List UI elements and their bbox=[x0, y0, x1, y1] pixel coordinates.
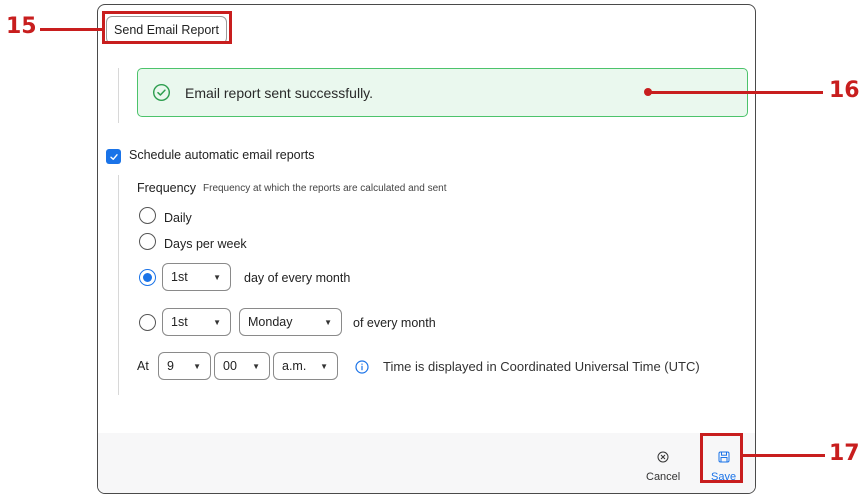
radio-daily-label: Daily bbox=[164, 211, 192, 225]
caret-down-icon: ▼ bbox=[324, 318, 332, 327]
annotation-line-15 bbox=[40, 28, 102, 31]
hour-value: 9 bbox=[167, 359, 174, 373]
caret-down-icon: ▼ bbox=[320, 362, 328, 371]
weekday-value: Monday bbox=[248, 315, 293, 329]
monthly-weekday-suffix: of every month bbox=[353, 316, 436, 330]
hour-select[interactable]: 9 ▼ bbox=[158, 352, 211, 380]
radio-monthly-day[interactable] bbox=[139, 269, 156, 286]
radio-days-per-week-label: Days per week bbox=[164, 237, 247, 251]
caret-down-icon: ▼ bbox=[213, 318, 221, 327]
caret-down-icon: ▼ bbox=[213, 273, 221, 282]
annotation-label-17: 17 bbox=[829, 441, 860, 466]
check-circle-icon bbox=[152, 83, 171, 102]
weekday-ordinal-select[interactable]: 1st ▼ bbox=[162, 308, 231, 336]
radio-days-per-week[interactable] bbox=[139, 233, 156, 250]
annotation-line-17 bbox=[743, 454, 825, 457]
schedule-divider bbox=[118, 175, 119, 395]
weekday-ordinal-value: 1st bbox=[171, 315, 188, 329]
caret-down-icon: ▼ bbox=[193, 362, 201, 371]
schedule-checkbox[interactable] bbox=[106, 149, 121, 164]
timezone-note: Time is displayed in Coordinated Univers… bbox=[383, 359, 700, 374]
radio-monthly-weekday[interactable] bbox=[139, 314, 156, 331]
radio-daily[interactable] bbox=[139, 207, 156, 224]
annotation-label-15: 15 bbox=[6, 14, 37, 39]
email-report-panel: Send Email Report Email report sent succ… bbox=[97, 4, 756, 494]
annotation-box-17 bbox=[700, 433, 743, 483]
ampm-select[interactable]: a.m. ▼ bbox=[273, 352, 338, 380]
weekday-select[interactable]: Monday ▼ bbox=[239, 308, 342, 336]
caret-down-icon: ▼ bbox=[252, 362, 260, 371]
month-day-select[interactable]: 1st ▼ bbox=[162, 263, 231, 291]
schedule-checkbox-label: Schedule automatic email reports bbox=[129, 148, 315, 162]
cancel-button[interactable]: Cancel bbox=[646, 451, 680, 483]
annotation-line-16 bbox=[650, 91, 823, 94]
monthly-day-suffix: day of every month bbox=[244, 271, 351, 285]
frequency-help-text: Frequency at which the reports are calcu… bbox=[203, 183, 447, 194]
cancel-label: Cancel bbox=[646, 471, 681, 483]
minute-value: 00 bbox=[223, 359, 237, 373]
cancel-icon bbox=[657, 451, 669, 466]
minute-select[interactable]: 00 ▼ bbox=[214, 352, 270, 380]
annotation-label-16: 16 bbox=[829, 78, 860, 103]
frequency-label: Frequency bbox=[137, 181, 197, 195]
month-day-value: 1st bbox=[171, 270, 188, 284]
annotation-box-15 bbox=[102, 11, 232, 44]
ampm-value: a.m. bbox=[282, 359, 307, 373]
at-label: At bbox=[137, 359, 149, 373]
success-message: Email report sent successfully. bbox=[185, 84, 374, 101]
section-divider bbox=[118, 68, 119, 123]
info-icon bbox=[355, 360, 369, 379]
